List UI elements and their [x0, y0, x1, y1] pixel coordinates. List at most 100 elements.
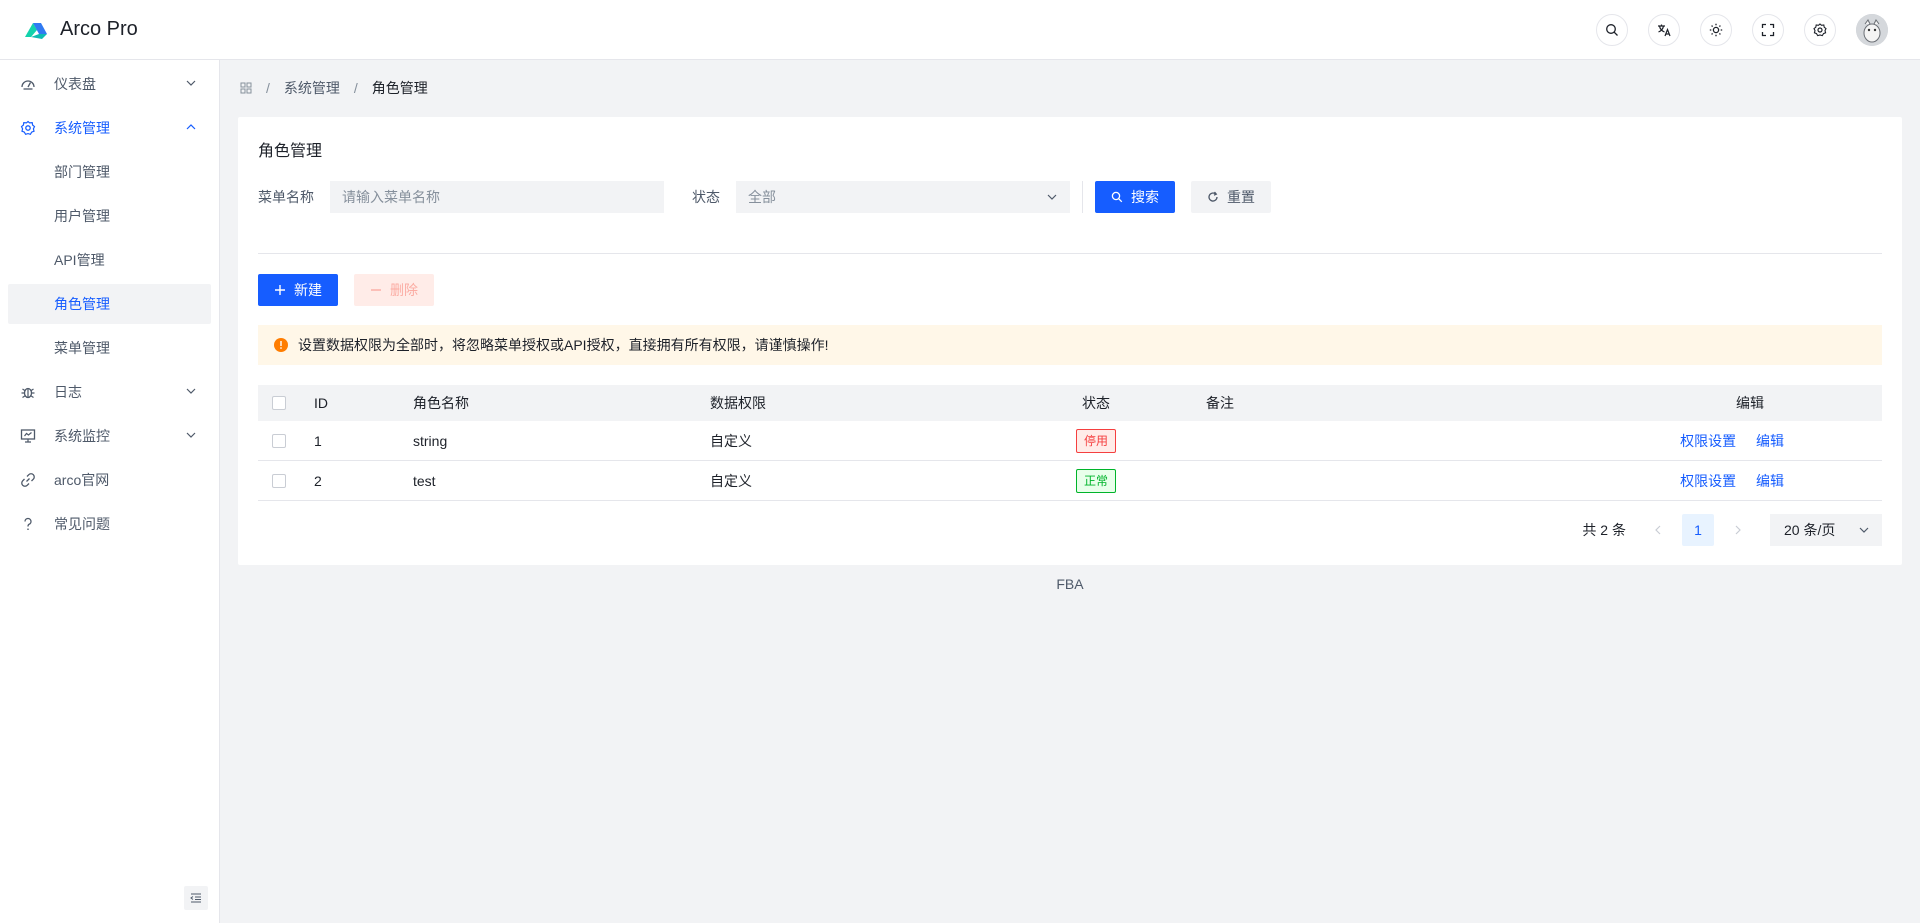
chevron-up-icon — [186, 124, 196, 130]
sidebar: 仪表盘 系统管理 部门管理 用户管理 API管理 角色管理 菜单管理 日志 系统… — [0, 60, 220, 923]
sidebar-item-label: arco官网 — [54, 472, 110, 488]
sidebar-item-faq[interactable]: 常见问题 — [8, 504, 211, 544]
link-icon — [20, 472, 36, 488]
chevron-down-icon — [186, 388, 196, 394]
sidebar-subitem-roles[interactable]: 角色管理 — [8, 284, 211, 324]
cell-id: 2 — [314, 472, 322, 489]
permission-settings-link[interactable]: 权限设置 — [1680, 433, 1736, 449]
page-size-select[interactable]: 20 条/页 — [1770, 514, 1882, 546]
status-badge: 正常 — [1075, 468, 1116, 493]
cell-id: 1 — [314, 432, 322, 449]
page-number[interactable]: 1 — [1682, 514, 1714, 546]
sidebar-item-label: 系统监控 — [54, 428, 110, 444]
reset-button[interactable]: 重置 — [1191, 181, 1271, 213]
sidebar-collapse-button[interactable] — [184, 886, 208, 910]
main-content: / 系统管理 / 角色管理 角色管理 菜单名称 状态 全部 搜索 重置 — [220, 60, 1920, 923]
arco-logo-icon — [25, 22, 47, 39]
column-header-remark: 备注 — [1206, 395, 1234, 411]
app-logo[interactable]: Arco Pro — [22, 18, 138, 41]
warning-alert: 设置数据权限为全部时，将忽略菜单授权或API授权，直接拥有所有权限，请谨慎操作! — [258, 325, 1882, 365]
search-button[interactable]: 搜索 — [1095, 181, 1175, 213]
sidebar-item-label: 仪表盘 — [54, 76, 96, 92]
pagination: 共 2 条 1 20 条/页 — [1582, 514, 1882, 546]
chevron-down-icon — [186, 432, 196, 438]
row-checkbox[interactable] — [272, 433, 286, 448]
delete-button[interactable]: 删除 — [354, 274, 434, 306]
settings-button[interactable] — [1804, 13, 1836, 46]
plus-icon — [275, 285, 285, 295]
sidebar-subitem-api[interactable]: API管理 — [8, 240, 211, 280]
divider-vertical — [1082, 181, 1083, 213]
breadcrumb-level1[interactable]: 系统管理 — [284, 78, 340, 98]
column-header-status: 状态 — [1082, 395, 1110, 411]
search-button[interactable] — [1596, 13, 1628, 46]
sidebar-item-label: 系统管理 — [54, 120, 110, 136]
app-title: Arco Pro — [60, 18, 138, 40]
edit-link[interactable]: 编辑 — [1756, 473, 1784, 489]
new-button-label: 新建 — [294, 282, 322, 298]
warning-icon — [274, 338, 288, 352]
header-actions — [1576, 13, 1888, 46]
sidebar-item-logs[interactable]: 日志 — [8, 372, 211, 412]
row-checkbox[interactable] — [272, 473, 286, 488]
menu-name-input[interactable] — [330, 181, 664, 213]
section-divider — [258, 253, 1882, 254]
settings-icon — [1813, 22, 1827, 36]
status-label: 状态 — [692, 189, 720, 205]
status-select[interactable]: 全部 — [736, 181, 1070, 213]
permission-settings-link[interactable]: 权限设置 — [1680, 473, 1736, 489]
cell-data-permission: 自定义 — [710, 432, 752, 449]
refresh-icon — [1208, 191, 1218, 202]
apps-icon[interactable] — [240, 82, 252, 94]
sidebar-item-system[interactable]: 系统管理 — [8, 108, 211, 148]
column-header-data-permission: 数据权限 — [710, 395, 766, 411]
filter-form: 菜单名称 状态 全部 搜索 重置 — [258, 181, 1271, 213]
page-title: 角色管理 — [258, 143, 323, 160]
status-badge: 停用 — [1075, 428, 1116, 453]
fullscreen-button[interactable] — [1752, 13, 1784, 46]
cell-name: string — [413, 432, 448, 449]
prev-page-button[interactable] — [1642, 514, 1674, 546]
chevron-down-icon — [1859, 527, 1869, 533]
table-row: 2 test 自定义 正常 权限设置 编辑 — [258, 461, 1882, 501]
sidebar-subitem-department[interactable]: 部门管理 — [8, 152, 211, 192]
chevron-right-icon — [1735, 525, 1741, 535]
language-button[interactable] — [1648, 13, 1680, 46]
sidebar-item-label: 日志 — [54, 384, 82, 400]
dashboard-icon — [20, 76, 36, 92]
breadcrumb: / 系统管理 / 角色管理 — [240, 78, 428, 98]
user-avatar[interactable] — [1856, 13, 1888, 46]
sidebar-item-label: 常见问题 — [54, 516, 110, 532]
monitor-icon — [20, 428, 36, 444]
select-all-checkbox[interactable] — [272, 396, 286, 410]
avatar-icon — [1856, 13, 1888, 46]
alert-text: 设置数据权限为全部时，将忽略菜单授权或API授权，直接拥有所有权限，请谨慎操作! — [298, 337, 829, 353]
next-page-button[interactable] — [1722, 514, 1754, 546]
cell-data-permission: 自定义 — [710, 472, 752, 489]
sidebar-subitem-menus[interactable]: 菜单管理 — [8, 328, 211, 368]
sidebar-item-arco-site[interactable]: arco官网 — [8, 460, 211, 500]
language-icon — [1658, 24, 1671, 36]
menu-name-label: 菜单名称 — [258, 189, 314, 205]
page-footer: FBA — [1056, 576, 1084, 592]
edit-link[interactable]: 编辑 — [1756, 433, 1784, 449]
chevron-left-icon — [1655, 525, 1661, 535]
column-header-id: ID — [314, 395, 328, 411]
search-button-label: 搜索 — [1131, 189, 1159, 205]
pagination-total: 共 2 条 — [1582, 522, 1626, 538]
search-icon — [1606, 23, 1618, 36]
top-header: Arco Pro — [0, 0, 1920, 60]
sidebar-menu: 仪表盘 系统管理 部门管理 用户管理 API管理 角色管理 菜单管理 日志 系统… — [0, 60, 219, 552]
roles-table: ID 角色名称 数据权限 状态 备注 编辑 1 string 自定义 停用 权限… — [258, 385, 1882, 501]
sidebar-item-monitor[interactable]: 系统监控 — [8, 416, 211, 456]
column-header-edit: 编辑 — [1736, 395, 1764, 411]
sidebar-item-dashboard[interactable]: 仪表盘 — [8, 64, 211, 104]
new-button[interactable]: 新建 — [258, 274, 338, 306]
bug-icon — [20, 384, 36, 400]
sidebar-subitem-users[interactable]: 用户管理 — [8, 196, 211, 236]
status-select-value: 全部 — [748, 189, 776, 205]
delete-button-label: 删除 — [390, 282, 418, 298]
role-management-card: 角色管理 菜单名称 状态 全部 搜索 重置 新建 — [238, 117, 1902, 565]
theme-toggle-button[interactable] — [1700, 13, 1732, 46]
page-size-value: 20 条/页 — [1784, 522, 1836, 538]
